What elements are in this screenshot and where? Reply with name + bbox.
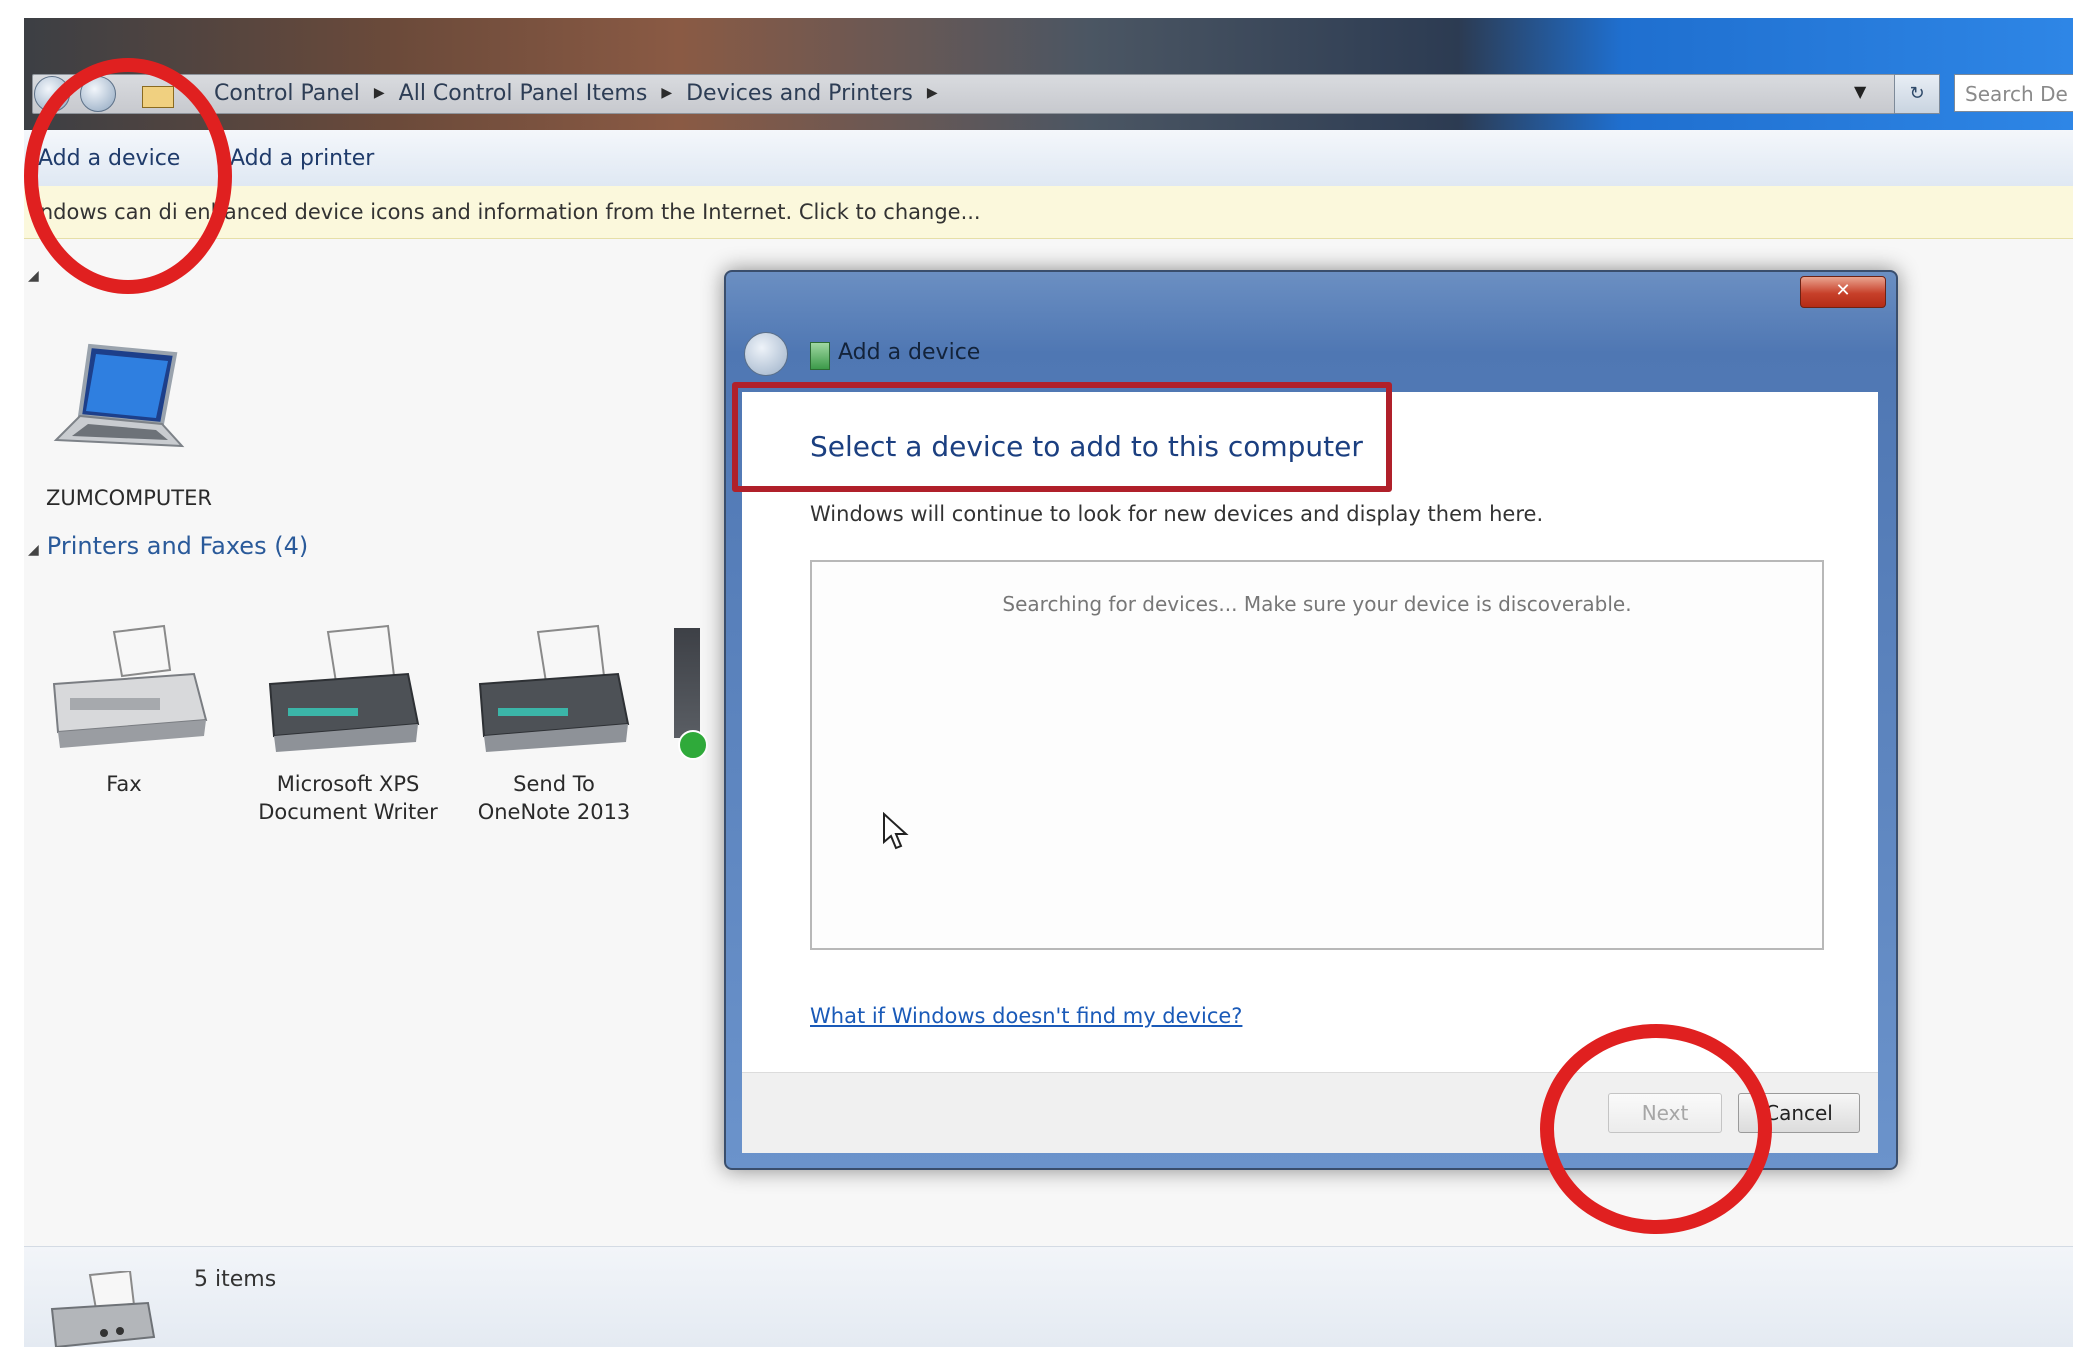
item-count: 5 items — [194, 1267, 277, 1292]
printer-icon — [50, 1271, 156, 1347]
add-device-icon — [810, 342, 830, 370]
printer-label[interactable]: Send To OneNote 2013 — [464, 770, 644, 826]
default-printer-check-icon — [678, 730, 708, 760]
printer-label[interactable]: Fax — [64, 770, 184, 798]
refresh-icon[interactable]: ↻ — [1894, 74, 1940, 114]
printer-icon[interactable] — [674, 628, 700, 738]
printer-icon[interactable] — [468, 624, 638, 754]
breadcrumb-item-control-panel[interactable]: Control Panel — [214, 81, 360, 106]
device-list[interactable]: Searching for devices... Make sure your … — [810, 560, 1824, 950]
printers-section-header[interactable]: ◢ Printers and Faxes (4) — [28, 532, 308, 560]
annotation-box-heading — [732, 382, 1392, 492]
search-input[interactable]: Search De — [1954, 74, 2073, 112]
mouse-cursor-icon — [883, 812, 909, 850]
printer-label-line1: Send To — [513, 772, 595, 796]
status-bar: 5 items — [24, 1246, 2073, 1347]
breadcrumb-item-all-items[interactable]: All Control Panel Items — [399, 81, 648, 106]
laptop-icon[interactable] — [50, 336, 190, 466]
breadcrumb-item-devices-printers[interactable]: Devices and Printers — [686, 81, 913, 106]
printer-icon[interactable] — [258, 624, 428, 754]
info-bar[interactable]: indows can di enhanced device icons and … — [24, 186, 2073, 239]
annotation-circle-add-device — [24, 58, 232, 294]
breadcrumb-separator-icon[interactable]: ▶ — [661, 85, 672, 101]
command-bar: Add a device Add a printer — [24, 130, 2073, 187]
dialog-subtext: Windows will continue to look for new de… — [810, 502, 1544, 526]
collapse-arrow-icon[interactable]: ◢ — [28, 542, 39, 558]
breadcrumb: Control Panel ▶ All Control Panel Items … — [214, 78, 938, 108]
printer-label-line2: OneNote 2013 — [477, 800, 631, 824]
printer-label-line1: Microsoft XPS — [276, 772, 420, 796]
devices-section-header[interactable]: ◢ — [28, 258, 47, 286]
fax-icon[interactable] — [44, 624, 214, 754]
close-icon[interactable]: ✕ — [1800, 276, 1886, 308]
help-link[interactable]: What if Windows doesn't find my device? — [810, 1004, 1242, 1028]
screenshot: Control Panel ▶ All Control Panel Items … — [0, 0, 2073, 1347]
printer-label[interactable]: Microsoft XPS Document Writer — [248, 770, 448, 826]
back-arrow-icon[interactable] — [744, 332, 788, 376]
searching-status: Searching for devices... Make sure your … — [1002, 592, 1632, 616]
breadcrumb-separator-icon[interactable]: ▶ — [374, 85, 385, 101]
printers-section-title: Printers and Faxes (4) — [46, 532, 309, 560]
computer-label[interactable]: ZUMCOMPUTER — [34, 484, 224, 512]
printer-label-line2: Document Writer — [258, 800, 438, 824]
dialog-body: Select a device to add to this computer … — [742, 392, 1878, 1072]
annotation-circle-next — [1540, 1024, 1772, 1234]
address-dropdown-icon[interactable]: ▼ — [1854, 82, 1866, 101]
printer-label-line1: Fax — [106, 772, 142, 796]
dialog-title: Add a device — [838, 340, 981, 365]
add-printer-button[interactable]: Add a printer — [230, 146, 374, 171]
collapse-arrow-icon[interactable]: ◢ — [28, 268, 39, 284]
devices-and-printers-window: Control Panel ▶ All Control Panel Items … — [24, 18, 2073, 1347]
breadcrumb-separator-icon[interactable]: ▶ — [927, 85, 938, 101]
title-area: Control Panel ▶ All Control Panel Items … — [24, 18, 2073, 130]
